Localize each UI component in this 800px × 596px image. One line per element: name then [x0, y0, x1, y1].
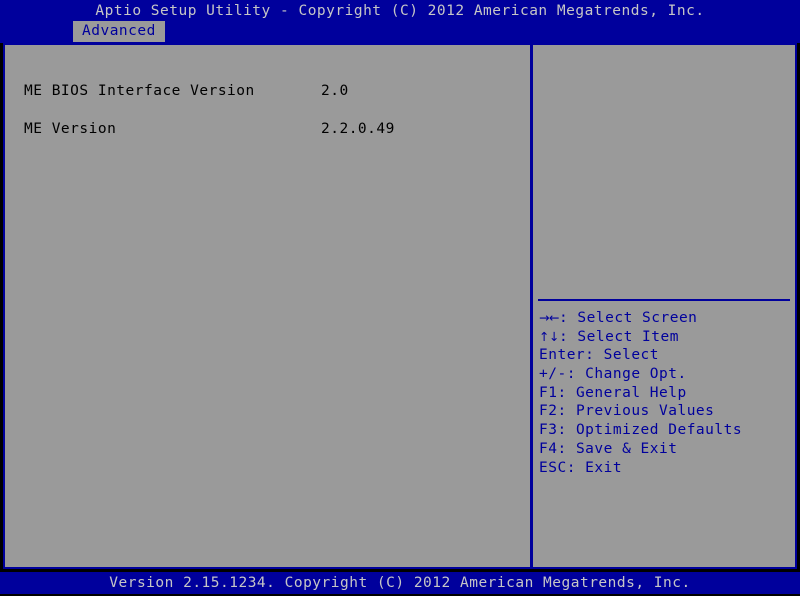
help-key-enter-select: Enter: Select: [539, 346, 791, 365]
help-key-separator: :: [557, 440, 576, 457]
help-key-action: Previous Values: [575, 403, 715, 420]
setting-label: ME BIOS Interface Version: [24, 83, 255, 99]
help-key-separator: :: [557, 384, 576, 401]
help-key-action: Optimized Defaults: [575, 422, 743, 439]
setting-value: 2.0: [321, 83, 349, 99]
help-key-separator: :: [566, 366, 586, 383]
help-key-action: Save & Exit: [575, 440, 678, 457]
help-key-separator: :: [585, 347, 604, 364]
page-title: Aptio Setup Utility - Copyright (C) 2012…: [95, 3, 705, 19]
help-key-name: F4: [539, 440, 558, 457]
help-key-name: F1: [539, 384, 558, 401]
setting-value: 2.2.0.49: [321, 121, 395, 137]
help-key-optimized-defaults: F3: Optimized Defaults: [539, 421, 791, 440]
arrows-left-right-icon: →←: [539, 310, 559, 325]
help-key-separator: :: [566, 459, 586, 476]
help-key-action: Select: [603, 347, 660, 364]
setting-label: ME Version: [24, 121, 117, 137]
help-key-separator: :: [558, 328, 578, 345]
help-key-name: F2: [539, 403, 558, 420]
help-key-action: General Help: [575, 384, 687, 401]
help-key-name: F3: [539, 422, 558, 439]
help-key-name: ESC: [539, 459, 567, 476]
help-key-action: Change Opt.: [585, 366, 687, 383]
help-key-select-screen: →←: Select Screen: [539, 309, 791, 328]
help-key-exit: ESC: Exit: [539, 459, 791, 478]
tab-strip: Advanced: [0, 21, 800, 43]
help-key-action: Exit: [585, 459, 623, 476]
footer-bar: Version 2.15.1234. Copyright (C) 2012 Am…: [0, 572, 800, 594]
help-key-general-help: F1: General Help: [539, 384, 791, 403]
setting-row-me-version: ME Version 2.2.0.49: [5, 120, 530, 139]
help-key-action: Select Screen: [577, 310, 698, 326]
help-key-save-and-exit: F4: Save & Exit: [539, 440, 791, 459]
help-key-action: Select Item: [577, 328, 679, 345]
tab-advanced[interactable]: Advanced: [73, 21, 165, 42]
help-key-legend: →←: Select Screen ↑↓: Select Item Enter:…: [539, 309, 791, 477]
help-pane: →←: Select Screen ↑↓: Select Item Enter:…: [533, 45, 795, 567]
footer-version-text: Version 2.15.1234. Copyright (C) 2012 Am…: [109, 575, 691, 591]
bios-setup-screen: Aptio Setup Utility - Copyright (C) 2012…: [0, 0, 800, 596]
setting-row-me-bios-interface-version: ME BIOS Interface Version 2.0: [5, 82, 530, 101]
help-key-name: +/-: [539, 366, 567, 383]
help-divider: [538, 299, 790, 301]
arrows-up-down-icon: ↑↓: [539, 328, 559, 344]
help-key-separator: :: [557, 422, 576, 439]
help-key-name: Enter: [539, 347, 586, 364]
help-key-change-opt: +/-: Change Opt.: [539, 365, 791, 384]
help-key-separator: :: [557, 403, 576, 420]
help-key-separator: :: [558, 310, 578, 326]
help-key-select-item: ↑↓: Select Item: [539, 328, 791, 347]
title-bar: Aptio Setup Utility - Copyright (C) 2012…: [0, 0, 800, 43]
content-panel: ME BIOS Interface Version 2.0 ME Version…: [3, 43, 797, 569]
settings-list: ME BIOS Interface Version 2.0 ME Version…: [5, 45, 530, 567]
help-key-previous-values: F2: Previous Values: [539, 402, 791, 421]
